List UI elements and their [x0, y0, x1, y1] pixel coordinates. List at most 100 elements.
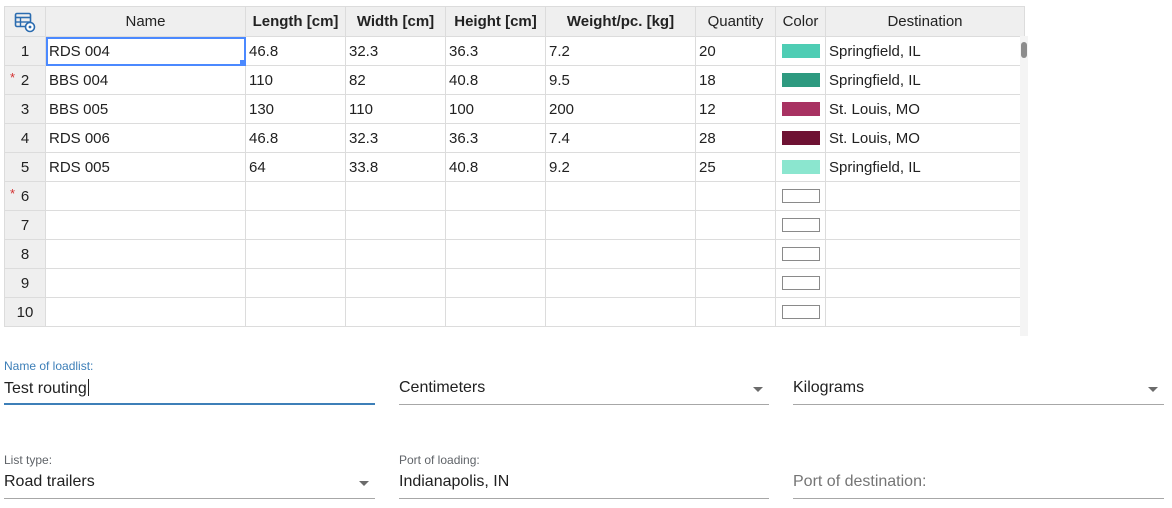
color-cell[interactable]: [775, 210, 826, 240]
loadlist-name-field[interactable]: Name of loadlist: Test routing: [4, 359, 375, 405]
table-row[interactable]: * 2 BBS 004 110 82 40.8 9.5 18 Springfield, IL: [4, 65, 1025, 95]
weight-cell[interactable]: [545, 181, 696, 211]
destination-cell[interactable]: [825, 268, 1025, 298]
color-cell[interactable]: [775, 297, 826, 327]
height-cell[interactable]: [445, 268, 546, 298]
length-cell[interactable]: [245, 268, 346, 298]
length-cell[interactable]: 46.8: [245, 36, 346, 66]
name-cell[interactable]: [45, 239, 246, 269]
row-header[interactable]: 8: [4, 239, 46, 269]
color-swatch[interactable]: [781, 189, 820, 203]
length-cell[interactable]: 110: [245, 65, 346, 95]
row-header[interactable]: 10: [4, 297, 46, 327]
name-cell[interactable]: [45, 181, 246, 211]
table-row[interactable]: 1 RDS 004 46.8 32.3 36.3 7.2 20 Springfield, IL: [4, 36, 1025, 66]
width-cell[interactable]: 110: [345, 94, 446, 124]
row-header[interactable]: 5: [4, 152, 46, 182]
width-cell[interactable]: 32.3: [345, 36, 446, 66]
row-header[interactable]: 9: [4, 268, 46, 298]
name-cell[interactable]: RDS 005: [45, 152, 246, 182]
weight-cell[interactable]: 9.2: [545, 152, 696, 182]
color-cell[interactable]: [775, 268, 826, 298]
grid-scrollbar[interactable]: [1020, 36, 1028, 336]
color-swatch[interactable]: [781, 73, 820, 87]
length-cell[interactable]: [245, 210, 346, 240]
length-cell[interactable]: 64: [245, 152, 346, 182]
row-header[interactable]: 1: [4, 36, 46, 66]
row-header[interactable]: 4: [4, 123, 46, 153]
table-row[interactable]: 10: [4, 297, 1025, 327]
row-header[interactable]: * 2: [4, 65, 46, 95]
color-cell[interactable]: [775, 123, 826, 153]
column-header-color[interactable]: Color: [775, 6, 826, 37]
quantity-cell[interactable]: 28: [695, 123, 776, 153]
length-cell[interactable]: [245, 297, 346, 327]
port-of-destination-field[interactable]: Port of destination:: [793, 453, 1164, 499]
destination-cell[interactable]: [825, 181, 1025, 211]
color-swatch[interactable]: [781, 247, 820, 261]
height-cell[interactable]: 40.8: [445, 65, 546, 95]
length-cell[interactable]: [245, 239, 346, 269]
height-cell[interactable]: [445, 181, 546, 211]
color-swatch[interactable]: [781, 160, 820, 174]
color-swatch[interactable]: [781, 102, 820, 116]
color-cell[interactable]: [775, 94, 826, 124]
scrollbar-thumb[interactable]: [1021, 42, 1027, 58]
color-swatch[interactable]: [781, 131, 820, 145]
color-cell[interactable]: [775, 152, 826, 182]
height-cell[interactable]: [445, 239, 546, 269]
loadlist-name-input[interactable]: Test routing: [4, 379, 89, 398]
destination-cell[interactable]: St. Louis, MO: [825, 94, 1025, 124]
destination-cell[interactable]: Springfield, IL: [825, 65, 1025, 95]
table-row[interactable]: 3 BBS 005 130 110 100 200 12 St. Louis, MO: [4, 94, 1025, 124]
column-header-name[interactable]: Name: [45, 6, 246, 37]
width-cell[interactable]: [345, 268, 446, 298]
column-header-width[interactable]: Width [cm]: [345, 6, 446, 37]
weight-cell[interactable]: 7.2: [545, 36, 696, 66]
table-row[interactable]: 8: [4, 239, 1025, 269]
port-of-loading-value[interactable]: Indianapolis, IN: [399, 473, 509, 491]
port-of-loading-field[interactable]: Port of loading: Indianapolis, IN: [399, 453, 769, 499]
weight-cell[interactable]: 9.5: [545, 65, 696, 95]
color-swatch[interactable]: [781, 218, 820, 232]
width-cell[interactable]: 33.8: [345, 152, 446, 182]
length-cell[interactable]: 46.8: [245, 123, 346, 153]
weight-cell[interactable]: [545, 268, 696, 298]
weight-cell[interactable]: [545, 297, 696, 327]
list-type-select[interactable]: List type: Road trailers: [4, 453, 375, 499]
name-cell[interactable]: BBS 004: [45, 65, 246, 95]
destination-cell[interactable]: Springfield, IL: [825, 152, 1025, 182]
quantity-cell[interactable]: [695, 268, 776, 298]
quantity-cell[interactable]: 20: [695, 36, 776, 66]
width-cell[interactable]: 82: [345, 65, 446, 95]
color-swatch[interactable]: [781, 44, 820, 58]
row-header[interactable]: 7: [4, 210, 46, 240]
color-cell[interactable]: [775, 181, 826, 211]
height-cell[interactable]: 36.3: [445, 123, 546, 153]
name-cell[interactable]: [45, 268, 246, 298]
length-cell[interactable]: [245, 181, 346, 211]
height-cell[interactable]: 36.3: [445, 36, 546, 66]
fill-handle[interactable]: [240, 60, 245, 65]
grid-settings-button[interactable]: [4, 6, 46, 37]
length-cell[interactable]: 130: [245, 94, 346, 124]
table-row[interactable]: * 6: [4, 181, 1025, 211]
destination-cell[interactable]: Springfield, IL: [825, 36, 1025, 66]
table-row[interactable]: 5 RDS 005 64 33.8 40.8 9.2 25 Springfield, IL: [4, 152, 1025, 182]
name-cell[interactable]: RDS 006: [45, 123, 246, 153]
name-cell[interactable]: BBS 005: [45, 94, 246, 124]
width-cell[interactable]: 32.3: [345, 123, 446, 153]
weight-cell[interactable]: [545, 210, 696, 240]
weight-cell[interactable]: 7.4: [545, 123, 696, 153]
height-cell[interactable]: 40.8: [445, 152, 546, 182]
destination-cell[interactable]: [825, 210, 1025, 240]
color-cell[interactable]: [775, 36, 826, 66]
color-cell[interactable]: [775, 239, 826, 269]
weight-unit-select[interactable]: Kilograms: [793, 359, 1164, 405]
column-header-destination[interactable]: Destination: [825, 6, 1025, 37]
height-cell[interactable]: [445, 297, 546, 327]
quantity-cell[interactable]: 25: [695, 152, 776, 182]
width-cell[interactable]: [345, 239, 446, 269]
destination-cell[interactable]: [825, 297, 1025, 327]
width-cell[interactable]: [345, 297, 446, 327]
